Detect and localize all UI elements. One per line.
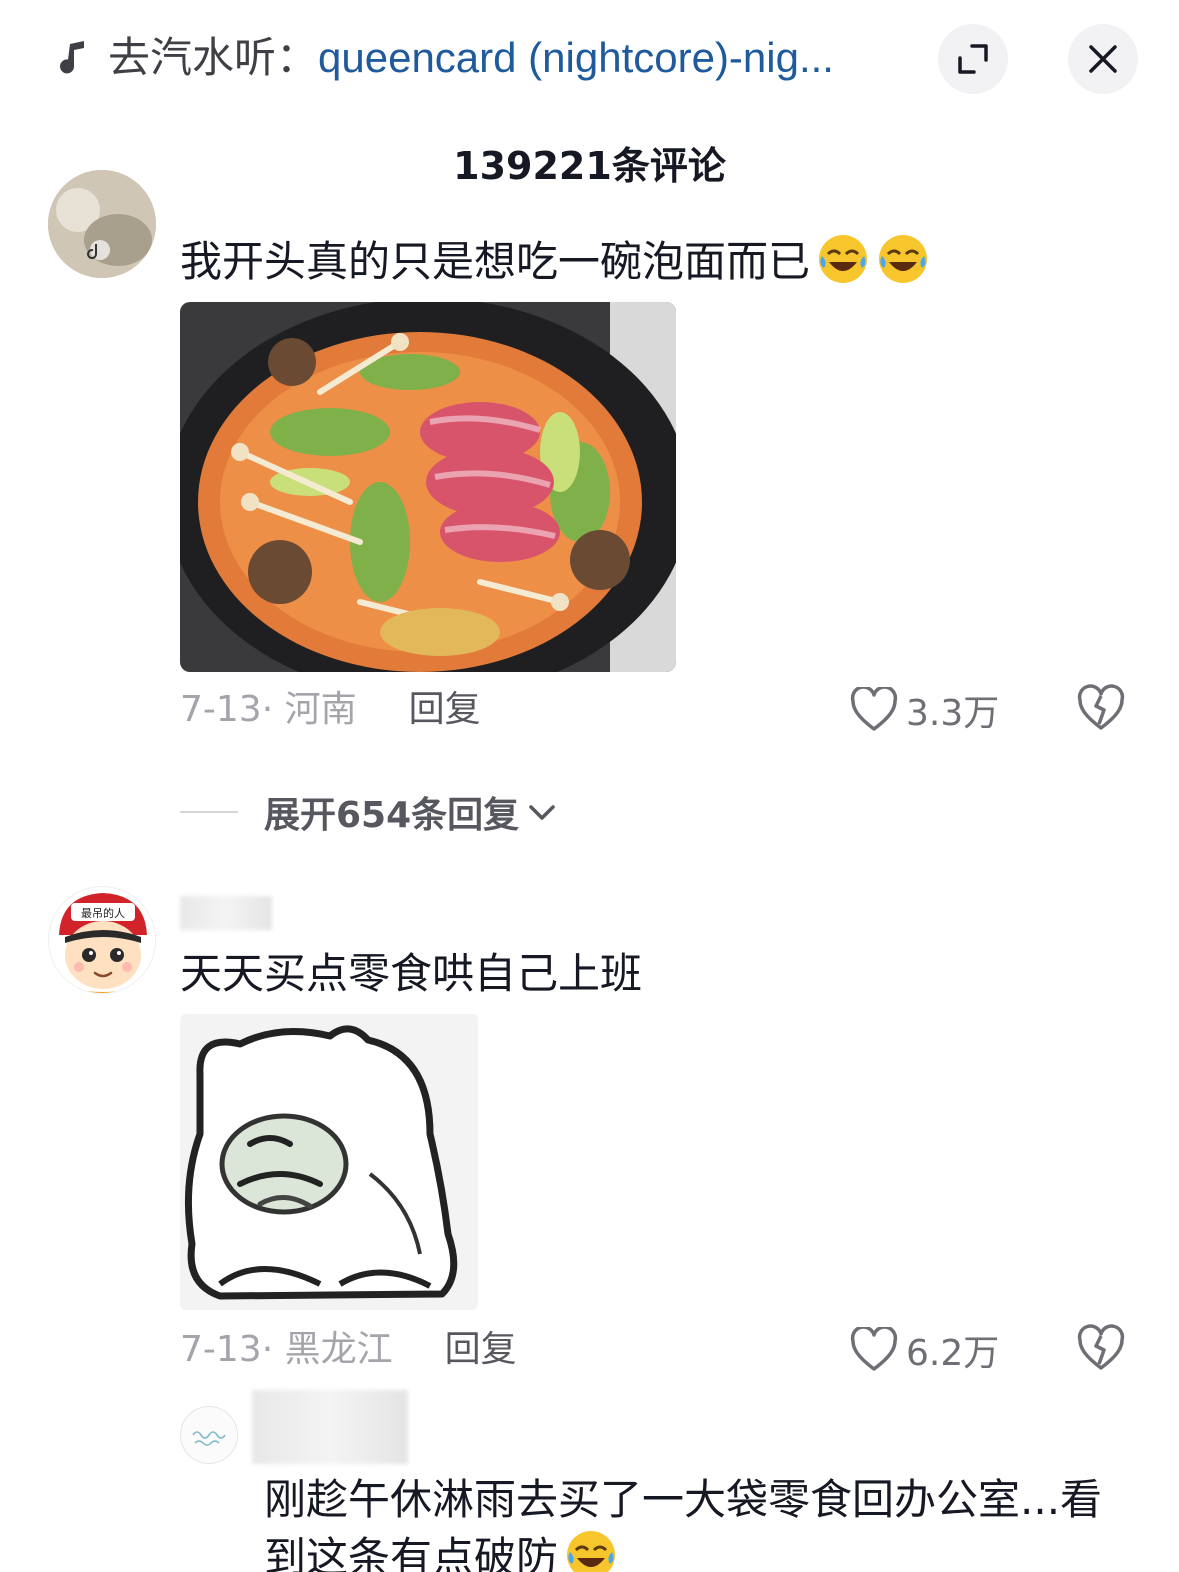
music-title[interactable]: queencard (nightcore)-nig... [318, 34, 834, 81]
comment-text: 我开头真的只是想吃一碗泡面而已 [180, 232, 930, 290]
comment-text: 天天买点零食哄自己上班 [180, 949, 643, 998]
crying-cat-sticker-image[interactable] [180, 1014, 478, 1310]
blurred-username [252, 1390, 408, 1464]
like-count: 3.3万 [906, 693, 1000, 734]
music-link[interactable]: 去汽水听：queencard (nightcore)-nig... [108, 30, 834, 86]
expand-replies-button[interactable]: 展开654条回复 [180, 786, 559, 838]
comment-location: · 河南 [261, 689, 357, 730]
music-prefix: 去汽水听： [108, 33, 319, 82]
reply-button[interactable]: 回复 [409, 689, 481, 730]
like-button[interactable]: 6.2万 [850, 1324, 999, 1376]
dislike-broken-heart-icon[interactable] [1076, 684, 1126, 734]
comment-meta: 7-13· 河南 回复 [180, 686, 481, 734]
heart-icon [850, 687, 898, 731]
avatar-badge-text: 最吊的人 [81, 906, 125, 920]
avatar[interactable] [48, 170, 156, 278]
reply-avatar[interactable] [180, 1406, 238, 1464]
minimize-button[interactable] [938, 24, 1008, 94]
close-button[interactable] [1068, 24, 1138, 94]
rofl-emoji-icon [567, 1531, 616, 1572]
chevron-down-icon [529, 805, 555, 820]
comment-meta: 7-13· 黑龙江 回复 [180, 1326, 517, 1374]
expand-replies-label: 展开654条回复 [264, 795, 520, 836]
avatar-photo [48, 170, 156, 278]
comment-count: 139221条评论 [453, 144, 726, 188]
divider-line [180, 811, 238, 813]
comment-date: 7-13 [180, 689, 262, 730]
reply-button[interactable]: 回复 [445, 1329, 517, 1370]
like-count: 6.2万 [906, 1333, 1000, 1374]
rofl-emoji-icon [819, 235, 868, 283]
heart-icon [850, 1327, 898, 1371]
avatar[interactable]: 最吊的人 [48, 886, 156, 994]
minimize-icon [958, 44, 988, 74]
blurred-username [180, 896, 272, 930]
close-icon [1089, 45, 1117, 73]
comment-date: 7-13 [180, 1329, 262, 1370]
comment-location: · 黑龙江 [261, 1329, 393, 1370]
like-button[interactable]: 3.3万 [850, 684, 999, 736]
music-note-icon [60, 41, 84, 74]
handwriting-logo-avatar [181, 1407, 237, 1463]
hotpot-noodles-image[interactable] [180, 302, 676, 672]
reply-text: 刚趁午休淋雨去买了一大袋零食回办公室...看到这条有点破防 [264, 1472, 1144, 1572]
cartoon-boy-avatar: 最吊的人 [49, 887, 155, 993]
dislike-broken-heart-icon[interactable] [1076, 1324, 1126, 1374]
rofl-emoji-icon [879, 235, 928, 283]
